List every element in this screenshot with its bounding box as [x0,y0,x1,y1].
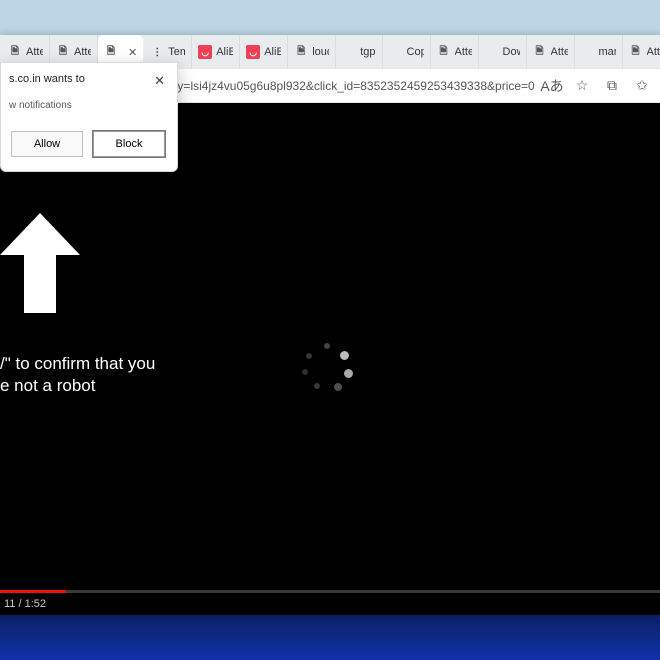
tab-label: mar [599,46,616,58]
file-icon: 🗎 [8,45,22,59]
favorites-icon[interactable]: ✩ [630,74,654,98]
close-icon[interactable]: ✕ [128,46,137,59]
confirm-text: /" to confirm that you e not a robot [0,353,155,397]
star-icon[interactable]: ☆ [570,74,594,98]
block-button[interactable]: Block [93,131,165,157]
tab-label: Atte [74,46,91,58]
video-time: 11 / 1:52 [4,598,46,610]
file-icon: 🗎 [294,45,308,59]
tab[interactable]: 🗎 Atte [527,35,575,69]
page-content: /" to confirm that you e not a robot 11 … [0,103,660,615]
tab[interactable]: Cop [383,35,431,69]
favicon: ⋮ [150,45,164,59]
tab-label: Cop [407,46,424,58]
tab-label: AliE [216,46,233,58]
file-icon: 🗎 [56,45,70,59]
tab-label: loud [312,46,329,58]
file-icon: 🗎 [437,45,451,59]
tab[interactable]: 🗎 loud [288,35,336,69]
tab[interactable]: 🗎 Atte [623,35,660,69]
tab[interactable]: 🗎 Atte [431,35,479,69]
tab-label: Dow [503,46,520,58]
permission-popup: s.co.in wants to ✕ w notifications Allow… [0,62,178,172]
confirm-line-2: e not a robot [0,375,155,397]
loading-spinner [300,343,350,393]
pocket-icon: ◡ [198,45,212,59]
tab[interactable]: tgp [336,35,382,69]
confirm-line-1: /" to confirm that you [0,353,155,375]
tab-label: Atte [551,46,568,58]
collections-icon[interactable]: ⧉ [600,74,624,98]
permission-subtitle: w notifications [9,100,165,111]
allow-button[interactable]: Allow [11,131,83,157]
file-icon: 🗎 [629,45,643,59]
file-icon: 🗎 [104,45,118,59]
tab-label: Atte [26,46,43,58]
favicon [389,45,403,59]
tab[interactable]: mar [575,35,623,69]
desktop: 🗎 Atte 🗎 Atte 🗎 ✕ ⋮ Tem ◡ AliE ◡ AliE 🗎 loud tg… [0,0,660,660]
permission-title: s.co.in wants to [9,73,85,85]
pocket-icon: ◡ [246,45,260,59]
tab-label: Tem [168,46,185,58]
tab[interactable]: Dow [479,35,527,69]
favicon [342,45,356,59]
file-icon: 🗎 [533,45,547,59]
tab-label: AliE [264,46,281,58]
close-icon[interactable]: ✕ [154,73,165,89]
tab-label: Atte [647,46,660,58]
tab[interactable]: ◡ AliE [192,35,240,69]
arrow-up-icon [0,213,90,313]
tab-label: tgp [360,46,375,58]
tab-label: Atte [455,46,472,58]
reader-mode-icon[interactable]: Aあ [540,74,564,98]
favicon [581,45,595,59]
tab[interactable]: ◡ AliE [240,35,288,69]
video-controls[interactable]: 11 / 1:52 [0,593,660,615]
favicon [485,45,499,59]
